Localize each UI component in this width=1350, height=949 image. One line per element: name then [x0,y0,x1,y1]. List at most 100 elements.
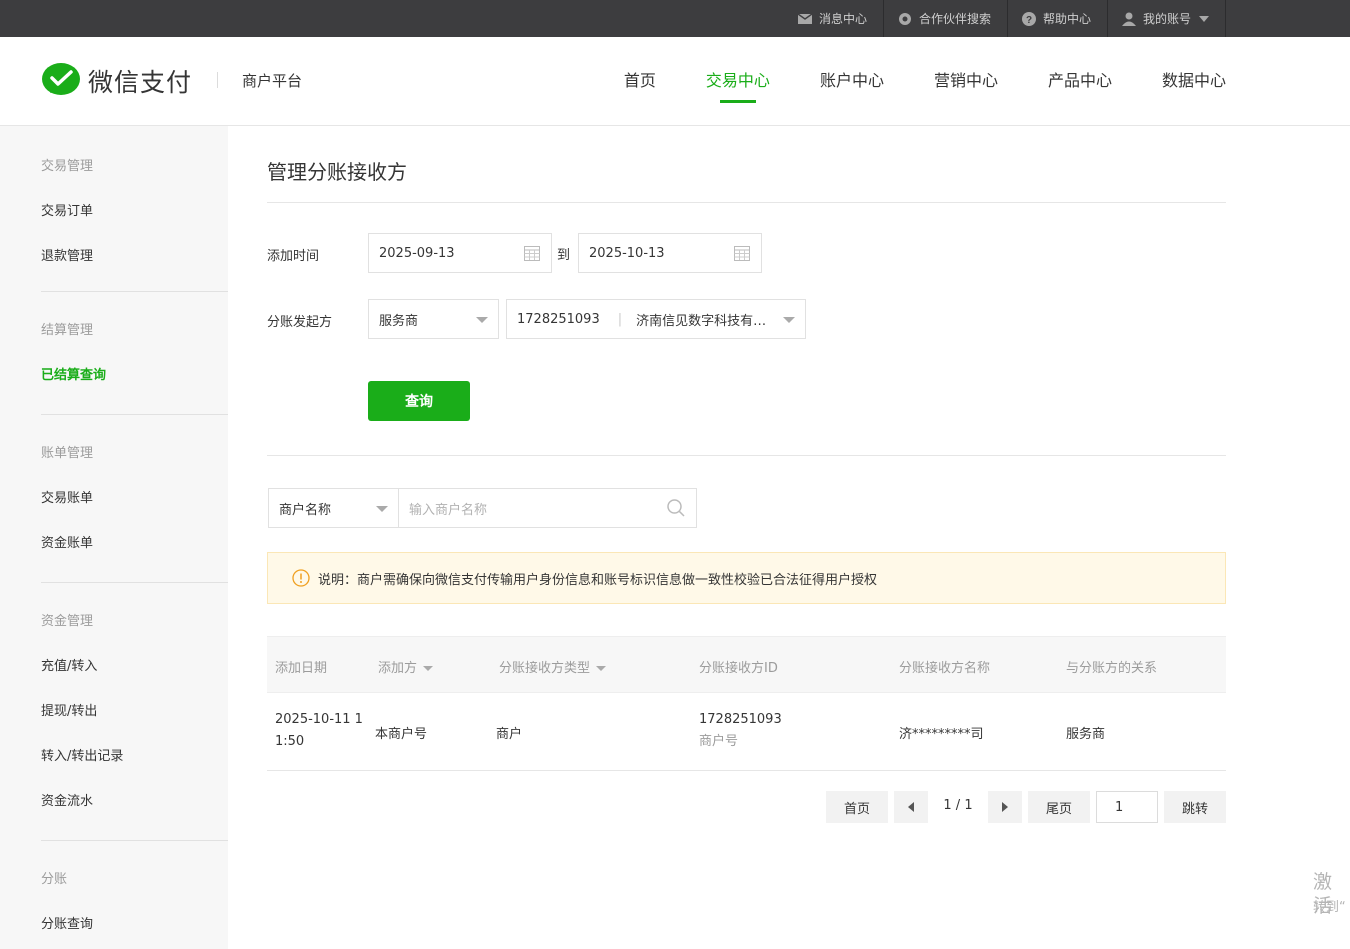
sidebar-item-profit-sharing-query[interactable]: 分账查询 [41,902,228,947]
help-icon: ? [1021,11,1036,26]
merchant-name-search-input[interactable]: 输入商户名称 [398,488,697,528]
sidebar-item-settled-query[interactable]: 已结算查询 [41,353,228,398]
pagination: 首页 1 / 1 尾页 1 跳转 [267,791,1226,823]
filter-field-value: 商户名称 [279,502,332,518]
mail-icon [797,13,812,24]
top-links: 消息中心 合作伙伴搜索 ? 帮助中心 我的账号 [784,0,1226,37]
calendar-icon [734,246,750,261]
col-header-receiver-type[interactable]: 分账接收方类型 [499,657,607,676]
topbar-link-messages[interactable]: 消息中心 [784,0,883,37]
filter-field-select[interactable]: 商户名称 [268,488,399,528]
col-header-relation: 与分账方的关系 [1066,661,1158,676]
sidebar-item-fund-flow[interactable]: 资金流水 [41,779,228,824]
initiator-account-select[interactable]: 1728251093 | 济南信见数字科技有… [506,299,806,339]
col-header-label: 分账接收方类型 [499,661,591,676]
sort-down-icon [596,666,607,671]
nav-data-center[interactable]: 数据中心 [1162,67,1226,103]
sidebar-item-trade-bill[interactable]: 交易账单 [41,476,228,521]
cell-receiver-name: 济*********司 [899,727,984,742]
initiator-type-select[interactable]: 服务商 [368,299,499,339]
sidebar-item-recharge[interactable]: 充值/转入 [41,644,228,689]
nav-marketing-center[interactable]: 营销中心 [934,67,998,103]
sidebar-group-profit-sharing: 分账 分账查询 [0,857,228,947]
chevron-left-icon [908,802,914,812]
search-icon[interactable] [667,499,685,517]
receiver-id: 1728251093 [699,712,782,727]
initiator-type-value: 服务商 [379,313,419,329]
col-header-adder[interactable]: 添加方 [378,657,434,676]
sidebar-item-withdraw[interactable]: 提现/转出 [41,689,228,734]
end-date-input[interactable]: 2025-10-13 [578,233,762,273]
sidebar-group-title: 交易管理 [41,159,94,174]
query-button[interactable]: 查询 [368,381,470,421]
title-divider [267,202,1226,203]
nav-trade-center[interactable]: 交易中心 [706,67,770,103]
initiator-label: 分账发起方 [267,315,333,330]
topbar-link-account[interactable]: 我的账号 [1106,0,1226,37]
platform-name: 商户平台 [242,72,303,90]
sidebar-group-trade: 交易管理 交易订单 退款管理 [0,144,228,279]
initiator-name-value: 济南信见数字科技有… [636,313,767,329]
col-header-receiver-name: 分账接收方名称 [899,661,991,676]
page-title: 管理分账接收方 [267,160,407,184]
nav-home[interactable]: 首页 [624,67,656,103]
form-divider [267,455,1226,456]
sidebar-group-title: 结算管理 [41,323,94,338]
chevron-down-icon [1199,15,1209,22]
brand-name: 微信支付 [88,68,193,97]
partner-search-icon [898,12,911,25]
next-page-button[interactable] [988,791,1022,823]
header: 微信支付 商户平台 首页 交易中心 账户中心 营销中心 产品中心 数据中心 [0,37,1350,126]
cell-adder: 本商户号 [375,727,428,742]
sidebar-group-title: 资金管理 [41,614,94,629]
first-page-button[interactable]: 首页 [826,791,888,823]
sidebar-item-trade-orders[interactable]: 交易订单 [41,189,228,234]
cell-receiver-type: 商户 [496,727,523,742]
search-placeholder: 输入商户名称 [409,502,488,518]
nav-product-center[interactable]: 产品中心 [1048,67,1112,103]
sidebar-group-title: 账单管理 [41,446,94,461]
chevron-down-icon [376,506,388,512]
chevron-down-icon [783,317,795,323]
cell-add-date: 2025-10-11 1 1:50 [275,709,363,753]
col-header-receiver-id: 分账接收方ID [699,661,778,676]
cell-receiver-id: 1728251093 商户号 [699,709,782,753]
topbar-link-label: 合作伙伴搜索 [918,12,991,26]
notice-banner: 说明：商户需确保向微信支付传输用户身份信息和账号标识信息做一致性校验已合法征得用… [267,552,1226,604]
time-label: 添加时间 [267,249,320,264]
page-info: 1 / 1 [943,797,973,813]
jump-button[interactable]: 跳转 [1164,791,1226,823]
prev-page-button[interactable] [894,791,928,823]
sidebar-group-bills: 账单管理 交易账单 资金账单 [0,431,228,566]
topbar-link-label: 消息中心 [818,12,867,26]
col-header-label: 添加方 [378,661,418,676]
start-date-input[interactable]: 2025-09-13 [368,233,552,273]
sidebar-item-refund[interactable]: 退款管理 [41,234,228,279]
sidebar-item-fund-bill[interactable]: 资金账单 [41,521,228,566]
topbar-link-help[interactable]: ? 帮助中心 [1006,0,1107,37]
time-line: 1:50 [275,734,305,749]
table-row: 2025-10-11 1 1:50 本商户号 商户 1728251093 商户号… [267,693,1226,771]
logo[interactable]: 微信支付 [42,63,192,99]
top-bar: 消息中心 合作伙伴搜索 ? 帮助中心 我的账号 [0,0,1350,37]
topbar-link-partner-search[interactable]: 合作伙伴搜索 [882,0,1007,37]
calendar-icon [524,246,540,261]
nav-account-center[interactable]: 账户中心 [820,67,884,103]
sidebar-group-settlement: 结算管理 已结算查询 [0,308,228,398]
activation-watermark-sub: 转到“ [1313,900,1346,915]
sort-down-icon [423,666,434,671]
initiator-id-value: 1728251093 [517,311,600,327]
table-header: 添加日期 添加方 分账接收方类型 分账接收方ID 分账接收方名称 与分账方的关系 [267,636,1226,693]
sidebar-item-transfer-records[interactable]: 转入/转出记录 [41,734,228,779]
last-page-button[interactable]: 尾页 [1028,791,1090,823]
chevron-down-icon [476,317,488,323]
warning-icon [292,569,310,587]
jump-page-input[interactable]: 1 [1096,791,1158,823]
topbar-link-label: 我的账号 [1142,12,1191,26]
svg-text:?: ? [1026,15,1032,26]
sidebar-group-title: 分账 [41,872,68,887]
date-line: 2025-10-11 1 [275,712,363,727]
notice-text: 说明：商户需确保向微信支付传输用户身份信息和账号标识信息做一致性校验已合法征得用… [318,572,878,588]
col-header-add-date: 添加日期 [275,661,328,676]
receivers-table: 添加日期 添加方 分账接收方类型 分账接收方ID 分账接收方名称 与分账方的关系… [267,636,1226,771]
